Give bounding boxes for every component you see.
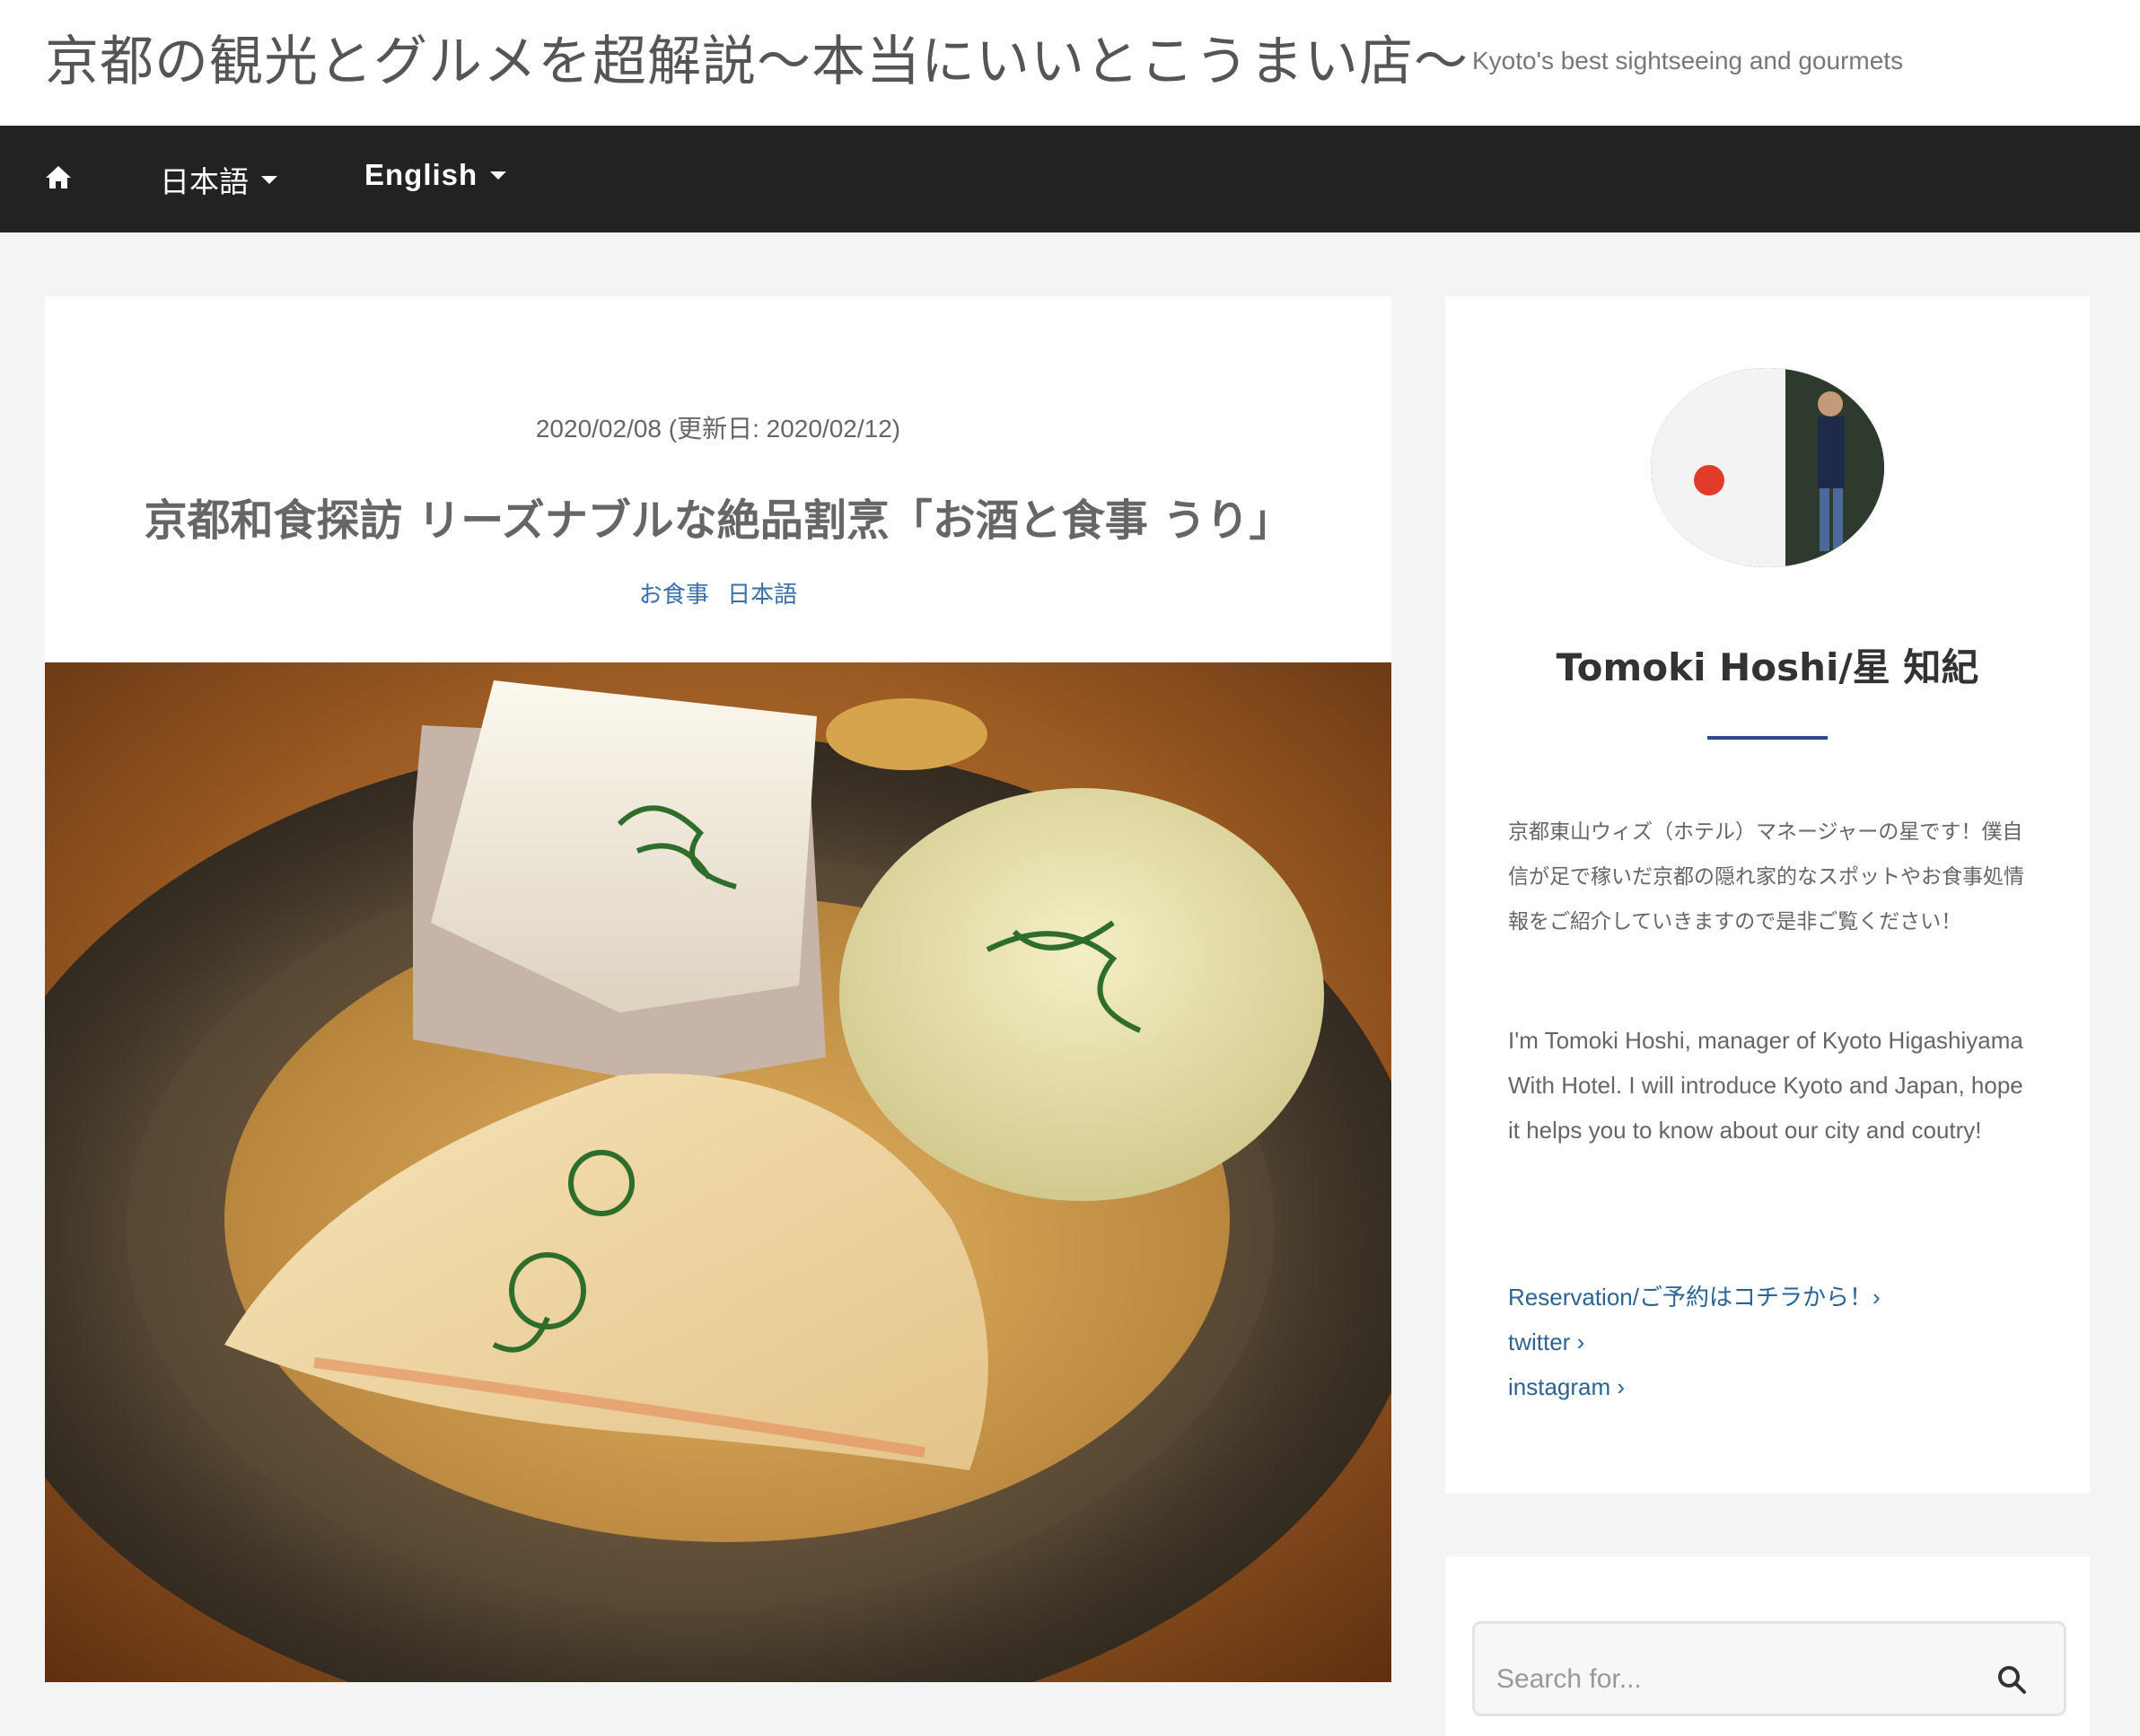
- search-input[interactable]: [1495, 1656, 1965, 1703]
- site-tagline: Kyoto's best sightseeing and gourmets: [1472, 47, 1904, 75]
- nav-item-label: 日本語: [160, 164, 249, 199]
- search-widget: [1445, 1556, 2090, 1736]
- post-title: 京都和食探訪 リーズナブルな絶品割烹「お酒と食事 うり」: [144, 495, 1293, 546]
- main-navbar: 日本語 English: [0, 126, 2140, 232]
- site-title[interactable]: 京都の観光とグルメを超解説〜本当にいいとこうまい店〜: [45, 18, 1469, 96]
- author-name: Tomoki Hoshi/星 知紀: [1556, 645, 1979, 689]
- author-widget: Tomoki Hoshi/星 知紀 京都東山ウィズ（ホテル）マネージャーの星です…: [1445, 296, 2090, 1494]
- caret-down-icon: [490, 171, 507, 180]
- caret-down-icon: [261, 175, 277, 184]
- post-date: 2020/02/08 (更新日: 2020/02/12): [535, 415, 901, 443]
- article-card: 2020/02/08 (更新日: 2020/02/12) 京都和食探訪 リーズナ…: [45, 296, 1391, 1682]
- site-header: 京都の観光とグルメを超解説〜本当にいいとこうまい店〜 Kyoto's best …: [0, 0, 2140, 126]
- twitter-link[interactable]: twitter ›: [1508, 1320, 2047, 1364]
- search-box: [1472, 1621, 2066, 1716]
- instagram-link[interactable]: instagram ›: [1508, 1364, 2047, 1409]
- nav-item-japanese[interactable]: 日本語: [160, 158, 277, 201]
- hero-image: [45, 662, 1391, 1682]
- home-icon[interactable]: [43, 162, 74, 192]
- author-avatar-photo: [1651, 368, 1884, 567]
- post-categories: お食事 日本語: [45, 576, 1391, 609]
- oden-dish-photo: [45, 662, 1391, 1682]
- divider: [1707, 736, 1828, 740]
- author-bio-japanese: 京都東山ウィズ（ホテル）マネージャーの星です！僕自信が足で稼いだ京都の隠れ家的な…: [1508, 820, 2024, 934]
- reservation-link[interactable]: Reservation/ご予約はコチラから！›: [1508, 1275, 2047, 1320]
- category-link[interactable]: 日本語: [727, 582, 797, 609]
- author-bio-english: I'm Tomoki Hoshi, manager of Kyoto Higas…: [1508, 1027, 2023, 1144]
- category-link[interactable]: お食事: [639, 582, 709, 609]
- nav-item-label: English: [364, 158, 478, 191]
- nav-item-english[interactable]: English: [364, 158, 507, 192]
- author-links: Reservation/ご予約はコチラから！› twitter › instag…: [1508, 1275, 2047, 1409]
- search-icon[interactable]: [1995, 1663, 2028, 1696]
